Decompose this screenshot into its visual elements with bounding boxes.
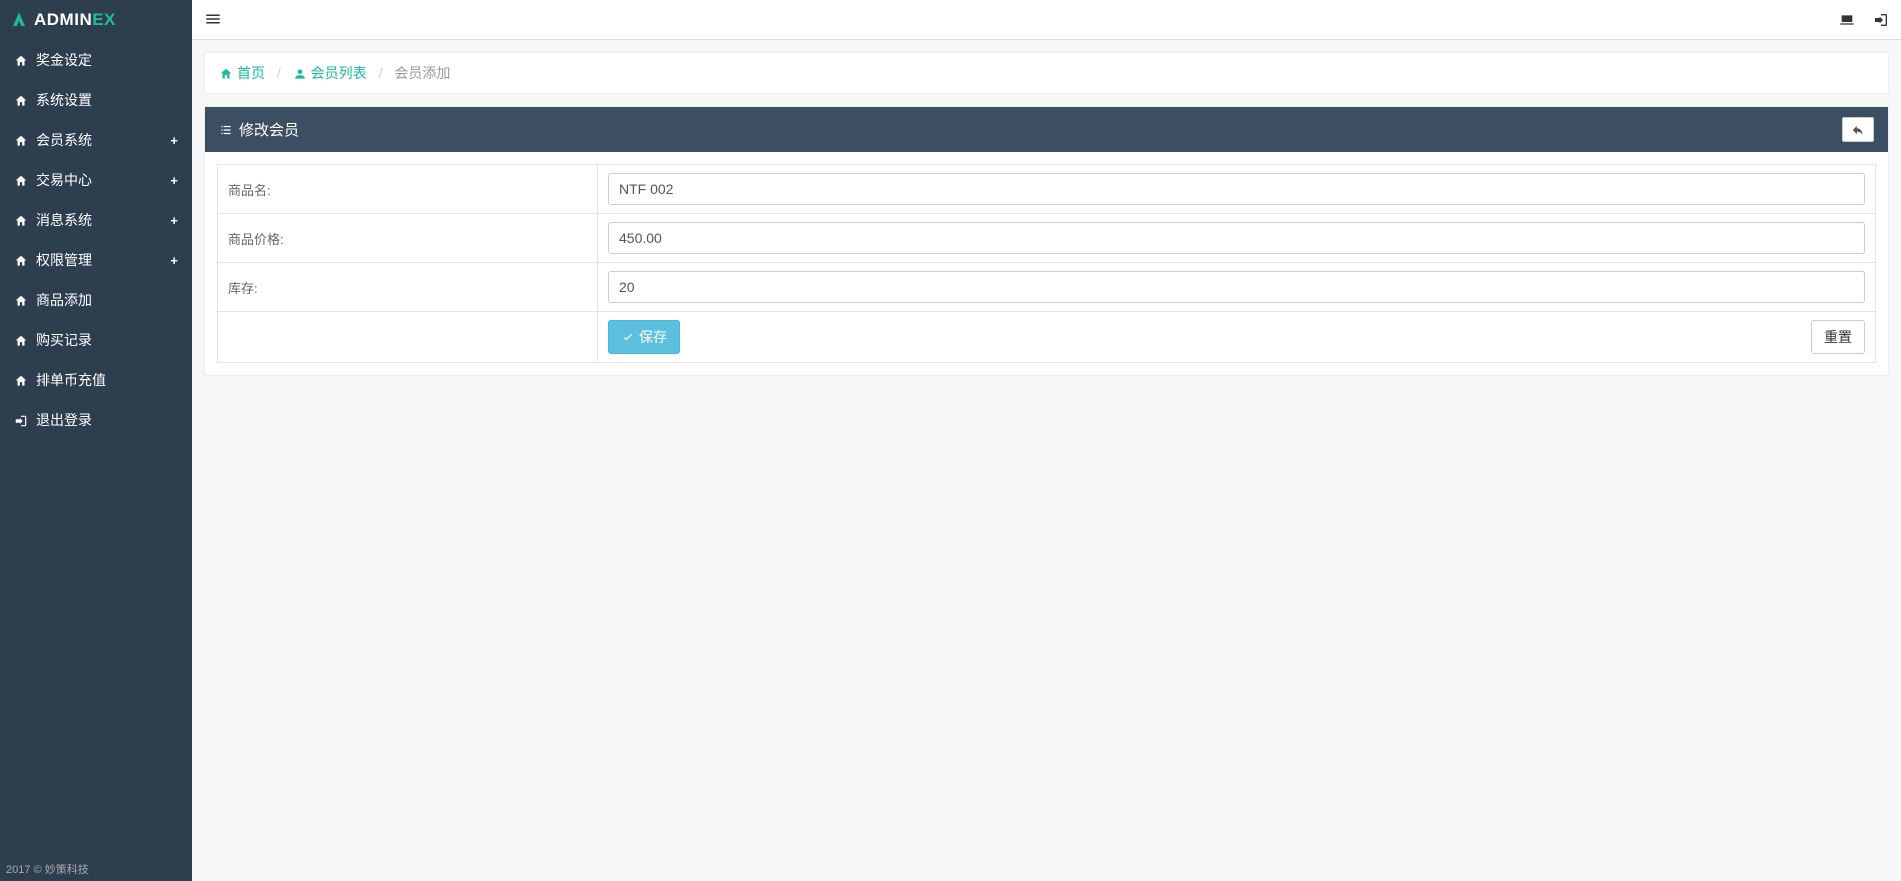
sidebar-item-message-system[interactable]: 消息系统 + bbox=[0, 200, 192, 240]
laptop-icon[interactable] bbox=[1839, 11, 1855, 28]
home-icon bbox=[14, 52, 28, 68]
brand: ADMINEX bbox=[0, 0, 192, 40]
action-label-cell bbox=[218, 312, 598, 363]
sidebar-item-label: 系统设置 bbox=[36, 90, 92, 110]
home-icon bbox=[14, 332, 28, 348]
sidebar-item-member-system[interactable]: 会员系统 + bbox=[0, 120, 192, 160]
sidebar-item-trading-center[interactable]: 交易中心 + bbox=[0, 160, 192, 200]
brand-name-prefix: ADMIN bbox=[34, 10, 92, 30]
breadcrumb: 首页 / 会员列表 / 会员添加 bbox=[204, 52, 1889, 94]
menu-toggle-icon[interactable] bbox=[204, 10, 222, 28]
form-row-stock: 库存: bbox=[218, 263, 1876, 312]
sidebar-item-product-add[interactable]: 商品添加 bbox=[0, 280, 192, 320]
home-icon bbox=[14, 132, 28, 148]
sidebar-item-label: 商品添加 bbox=[36, 290, 92, 310]
expand-icon: + bbox=[170, 133, 178, 148]
breadcrumb-home-label: 首页 bbox=[237, 65, 265, 81]
sidebar-item-label: 会员系统 bbox=[36, 130, 92, 150]
sidebar-item-bonus[interactable]: 奖金设定 bbox=[0, 40, 192, 80]
sidebar-item-label: 权限管理 bbox=[36, 250, 92, 270]
home-icon bbox=[14, 292, 28, 308]
form-table: 商品名: 商品价格: 库存: 保存 重置 bbox=[217, 164, 1876, 363]
expand-icon: + bbox=[170, 253, 178, 268]
expand-icon: + bbox=[170, 173, 178, 188]
form-row-product-price: 商品价格: bbox=[218, 214, 1876, 263]
sidebar: ADMINEX 奖金设定 系统设置 会员系统 + 交易中心 + 消息系统 + 权… bbox=[0, 0, 192, 881]
sidebar-item-label: 排单币充值 bbox=[36, 370, 106, 390]
product-name-input[interactable] bbox=[608, 173, 1865, 205]
breadcrumb-home[interactable]: 首页 bbox=[219, 65, 265, 81]
sidebar-item-logout[interactable]: 退出登录 bbox=[0, 400, 192, 440]
save-button-label: 保存 bbox=[639, 327, 667, 347]
expand-icon: + bbox=[170, 213, 178, 228]
sidebar-item-system-settings[interactable]: 系统设置 bbox=[0, 80, 192, 120]
home-icon bbox=[14, 372, 28, 388]
signout-icon bbox=[14, 412, 28, 428]
breadcrumb-sep: / bbox=[371, 65, 391, 81]
product-price-input[interactable] bbox=[608, 222, 1865, 254]
list-icon bbox=[219, 121, 233, 138]
label-product-name: 商品名: bbox=[218, 165, 598, 214]
user-icon bbox=[293, 65, 307, 81]
brand-name-suffix: EX bbox=[92, 10, 116, 30]
sidebar-item-label: 奖金设定 bbox=[36, 50, 92, 70]
brand-logo-icon bbox=[10, 11, 28, 29]
label-stock: 库存: bbox=[218, 263, 598, 312]
panel-edit-member: 修改会员 商品名: 商品价格: 库存: bbox=[204, 106, 1889, 376]
save-button[interactable]: 保存 bbox=[608, 320, 680, 354]
form-row-product-name: 商品名: bbox=[218, 165, 1876, 214]
panel-heading: 修改会员 bbox=[205, 107, 1888, 152]
label-product-price: 商品价格: bbox=[218, 214, 598, 263]
form-row-actions: 保存 重置 bbox=[218, 312, 1876, 363]
signout-icon[interactable] bbox=[1873, 11, 1889, 28]
footer-note: 2017 © 妙策科技 bbox=[6, 861, 89, 877]
breadcrumb-current: 会员添加 bbox=[394, 65, 450, 81]
sidebar-item-label: 购买记录 bbox=[36, 330, 92, 350]
reply-icon bbox=[1851, 121, 1865, 137]
check-icon bbox=[621, 329, 635, 345]
home-icon bbox=[14, 92, 28, 108]
breadcrumb-member-list[interactable]: 会员列表 bbox=[293, 65, 367, 81]
sidebar-item-purchase-records[interactable]: 购买记录 bbox=[0, 320, 192, 360]
stock-input[interactable] bbox=[608, 271, 1865, 303]
sidebar-item-label: 交易中心 bbox=[36, 170, 92, 190]
content-area: 首页 / 会员列表 / 会员添加 修改会员 商品名: 商品价格: bbox=[192, 40, 1901, 400]
panel-title: 修改会员 bbox=[239, 119, 299, 140]
topbar-actions bbox=[1839, 11, 1889, 28]
sidebar-item-label: 消息系统 bbox=[36, 210, 92, 230]
home-icon bbox=[14, 172, 28, 188]
home-icon bbox=[14, 252, 28, 268]
breadcrumb-list-label: 会员列表 bbox=[311, 65, 367, 81]
topbar bbox=[192, 0, 1901, 40]
sidebar-item-recharge[interactable]: 排单币充值 bbox=[0, 360, 192, 400]
back-button[interactable] bbox=[1842, 117, 1874, 142]
home-icon bbox=[219, 65, 233, 81]
sidebar-nav: 奖金设定 系统设置 会员系统 + 交易中心 + 消息系统 + 权限管理 + 商品… bbox=[0, 40, 192, 440]
sidebar-item-label: 退出登录 bbox=[36, 410, 92, 430]
home-icon bbox=[14, 212, 28, 228]
reset-button-label: 重置 bbox=[1824, 327, 1852, 347]
reset-button[interactable]: 重置 bbox=[1811, 320, 1865, 354]
sidebar-item-permission[interactable]: 权限管理 + bbox=[0, 240, 192, 280]
breadcrumb-sep: / bbox=[269, 65, 289, 81]
